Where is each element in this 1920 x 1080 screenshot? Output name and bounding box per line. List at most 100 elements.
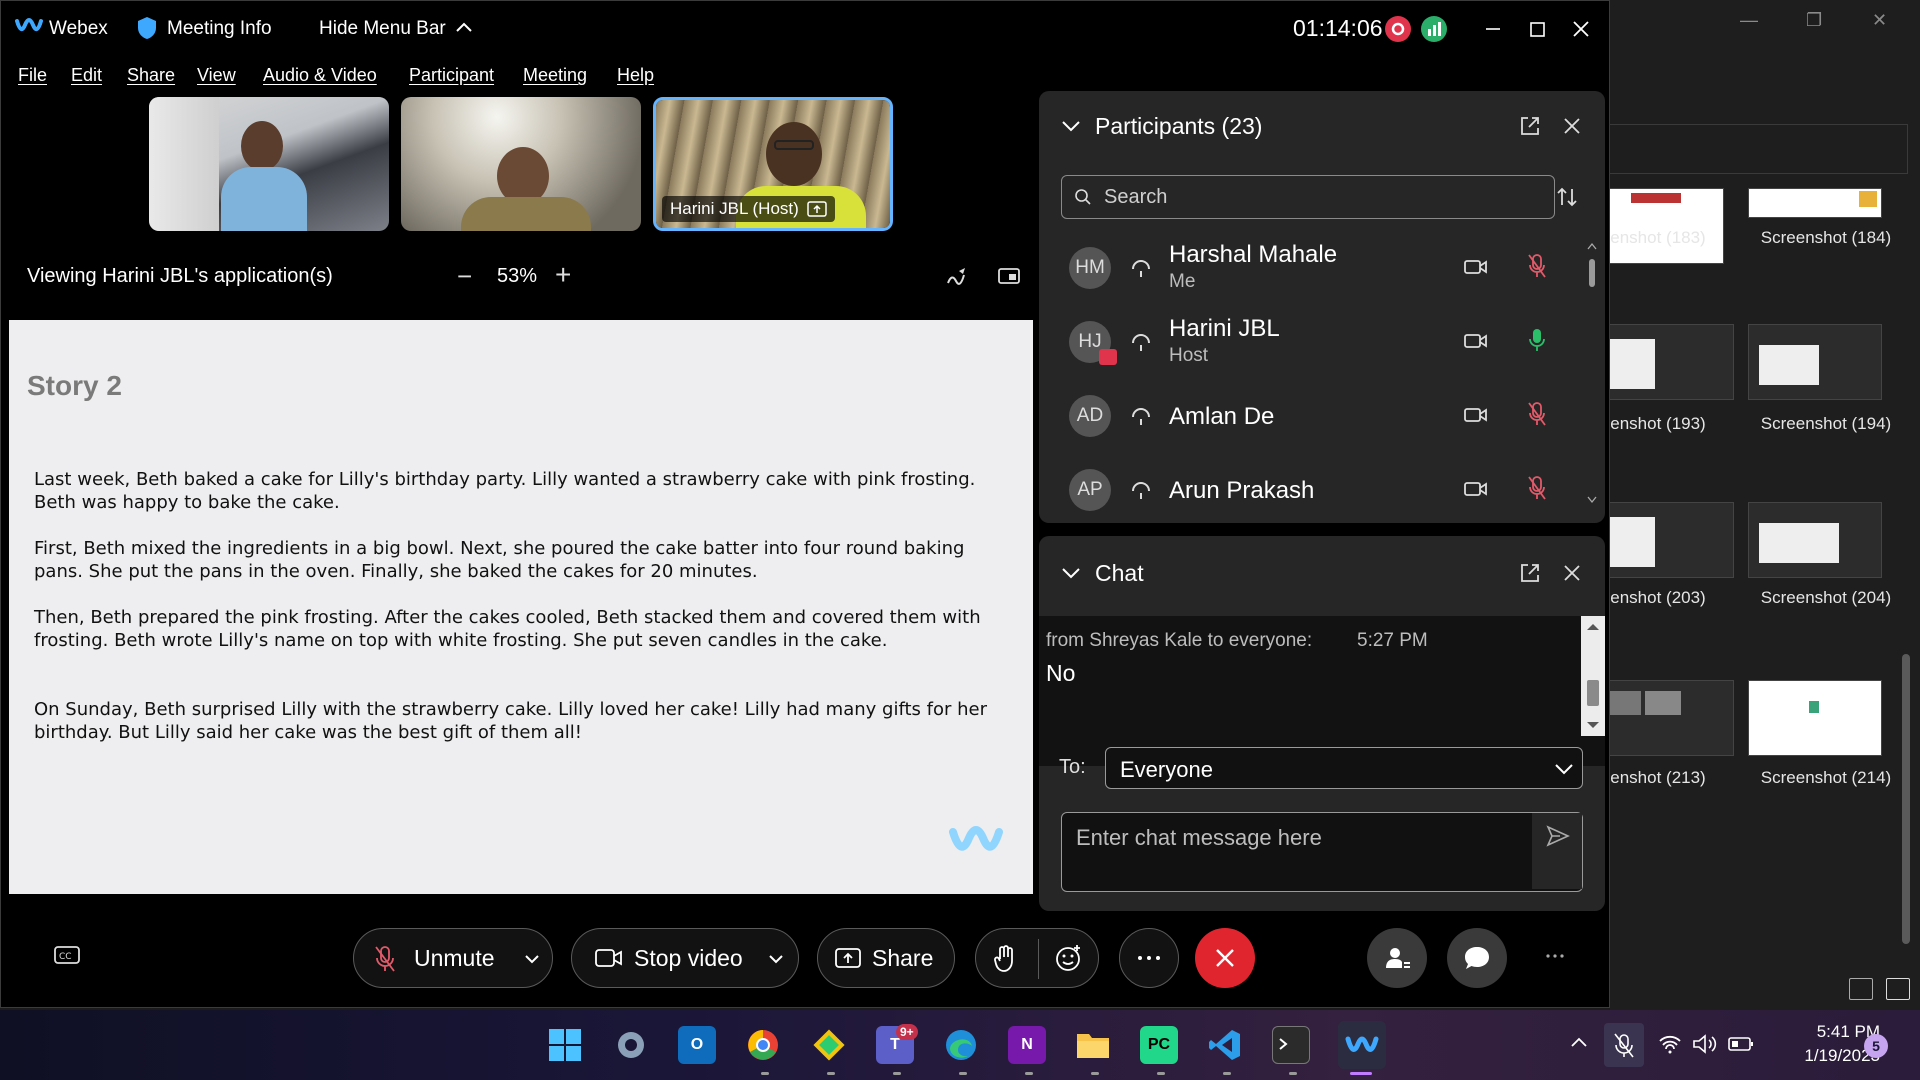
outlook-icon[interactable]: O xyxy=(678,1026,716,1064)
file-thumbnail[interactable]: Screenshot (214) xyxy=(1736,680,1916,800)
network-health-icon[interactable] xyxy=(1421,16,1447,42)
collapse-chevron-icon[interactable] xyxy=(1061,566,1081,580)
chat-recipient-select[interactable]: Everyone xyxy=(1105,747,1583,789)
fit-view-icon[interactable] xyxy=(997,265,1021,289)
more-icon[interactable] xyxy=(1545,953,1565,959)
mic-muted-icon[interactable] xyxy=(1527,253,1547,279)
send-icon[interactable] xyxy=(1546,825,1570,847)
minimize-icon[interactable]: — xyxy=(1740,10,1758,31)
emoji-reaction-icon[interactable] xyxy=(1054,943,1084,973)
minimize-icon[interactable] xyxy=(1477,13,1509,45)
video-tile-active-speaker[interactable]: Harini JBL (Host) xyxy=(653,97,893,231)
mic-muted-icon[interactable] xyxy=(1527,475,1547,501)
video-tile[interactable] xyxy=(149,97,389,231)
video-icon[interactable] xyxy=(1463,257,1489,277)
menu-meeting[interactable]: Meeting xyxy=(523,65,587,86)
menu-audio-video[interactable]: Audio & Video xyxy=(263,65,377,86)
explorer-scrollbar[interactable] xyxy=(1902,654,1910,944)
menu-share[interactable]: Share xyxy=(127,65,175,86)
chevron-down-icon[interactable] xyxy=(524,953,540,965)
close-icon[interactable] xyxy=(1565,13,1597,45)
volume-icon[interactable] xyxy=(1692,1034,1718,1054)
share-button[interactable]: Share xyxy=(817,928,955,988)
participant-row[interactable]: HM Harshal Mahale Me xyxy=(1039,231,1579,305)
file-label: Screenshot (184) xyxy=(1760,228,1892,247)
participant-row[interactable]: AD Amlan De xyxy=(1039,379,1579,453)
battery-icon[interactable] xyxy=(1728,1036,1754,1052)
large-icons-view-icon[interactable] xyxy=(1886,978,1910,1000)
zoom-out-button[interactable]: − xyxy=(457,261,472,292)
git-icon[interactable] xyxy=(810,1026,848,1064)
file-label: Screenshot (204) xyxy=(1760,588,1892,607)
mic-muted-tray-icon[interactable] xyxy=(1604,1023,1644,1067)
chrome-icon[interactable] xyxy=(744,1026,782,1064)
shared-screen-content[interactable]: Story 2 Last week, Beth baked a cake for… xyxy=(9,320,1033,894)
chat-message-input[interactable]: Enter chat message here xyxy=(1061,812,1583,892)
annotate-icon[interactable] xyxy=(945,265,969,289)
recording-icon[interactable] xyxy=(1385,16,1411,42)
video-tile[interactable] xyxy=(401,97,641,231)
sort-icon[interactable] xyxy=(1555,185,1579,209)
file-thumbnail[interactable]: Screenshot (204) xyxy=(1736,502,1916,622)
chat-scrollbar[interactable] xyxy=(1581,616,1605,736)
restore-icon[interactable]: ❐ xyxy=(1806,10,1822,31)
start-icon[interactable] xyxy=(546,1026,584,1064)
file-thumbnail[interactable]: Screenshot (194) xyxy=(1736,324,1916,444)
stop-video-button[interactable]: Stop video xyxy=(571,928,799,988)
closed-captions-icon[interactable]: CC xyxy=(53,945,81,967)
document-paragraph: First, Beth mixed the ingredients in a b… xyxy=(34,538,965,582)
chat-input-placeholder: Enter chat message here xyxy=(1076,825,1322,850)
video-icon[interactable] xyxy=(1463,331,1489,351)
pop-out-icon[interactable] xyxy=(1519,115,1541,137)
maximize-icon[interactable] xyxy=(1521,13,1553,45)
svg-text:CC: CC xyxy=(59,952,72,962)
zoom-in-button[interactable]: + xyxy=(555,259,571,291)
avatar: HM xyxy=(1069,247,1111,289)
leave-meeting-button[interactable] xyxy=(1195,928,1255,988)
chevron-up-icon[interactable] xyxy=(1570,1036,1588,1048)
notification-badge[interactable]: 5 xyxy=(1864,1034,1888,1058)
close-icon[interactable] xyxy=(1563,564,1581,582)
chat-button[interactable] xyxy=(1447,928,1507,988)
edge-icon[interactable] xyxy=(942,1026,980,1064)
participant-row[interactable]: HJ Harini JBL Host xyxy=(1039,305,1579,379)
collapse-chevron-icon[interactable] xyxy=(1061,119,1081,133)
chevron-up-icon[interactable] xyxy=(455,21,473,33)
menu-view[interactable]: View xyxy=(197,65,236,86)
mic-muted-icon[interactable] xyxy=(1527,401,1547,427)
participants-button[interactable] xyxy=(1367,928,1427,988)
video-icon[interactable] xyxy=(1463,405,1489,425)
participants-scrollbar[interactable] xyxy=(1587,241,1597,511)
explorer-search-box[interactable] xyxy=(1610,124,1908,174)
file-thumbnail[interactable]: Screenshot (184) xyxy=(1736,188,1916,308)
raise-hand-icon[interactable] xyxy=(992,943,1018,973)
mic-active-icon[interactable] xyxy=(1527,327,1547,353)
webex-taskbar-icon[interactable] xyxy=(1338,1021,1386,1069)
menu-file[interactable]: File xyxy=(18,65,47,86)
close-icon[interactable]: ✕ xyxy=(1872,10,1887,31)
onenote-icon[interactable]: N xyxy=(1008,1026,1046,1064)
pop-out-icon[interactable] xyxy=(1519,562,1541,584)
file-explorer-icon[interactable] xyxy=(1074,1026,1112,1064)
wifi-icon[interactable] xyxy=(1658,1034,1682,1054)
meeting-info-button[interactable]: Meeting Info xyxy=(167,18,272,40)
vscode-icon[interactable] xyxy=(1206,1026,1244,1064)
document-paragraph: Then, Beth prepared the pink frosting. A… xyxy=(34,607,981,651)
close-icon[interactable] xyxy=(1563,117,1581,135)
menu-participant[interactable]: Participant xyxy=(409,65,494,86)
participant-row[interactable]: AP Arun Prakash xyxy=(1039,453,1579,517)
chevron-down-icon[interactable] xyxy=(768,953,784,965)
pycharm-icon[interactable]: PC xyxy=(1140,1026,1178,1064)
participant-search-input[interactable]: Search xyxy=(1061,175,1555,219)
unmute-button[interactable]: Unmute xyxy=(353,928,553,988)
shield-icon[interactable] xyxy=(137,16,157,40)
more-options-button[interactable] xyxy=(1119,928,1179,988)
audio-connected-icon xyxy=(1129,479,1153,501)
settings-icon[interactable] xyxy=(612,1026,650,1064)
details-view-icon[interactable] xyxy=(1849,978,1873,1000)
terminal-icon[interactable] xyxy=(1272,1026,1310,1064)
hide-menu-bar-button[interactable]: Hide Menu Bar xyxy=(319,18,446,40)
menu-edit[interactable]: Edit xyxy=(71,65,102,86)
menu-help[interactable]: Help xyxy=(617,65,654,86)
video-icon[interactable] xyxy=(1463,479,1489,499)
